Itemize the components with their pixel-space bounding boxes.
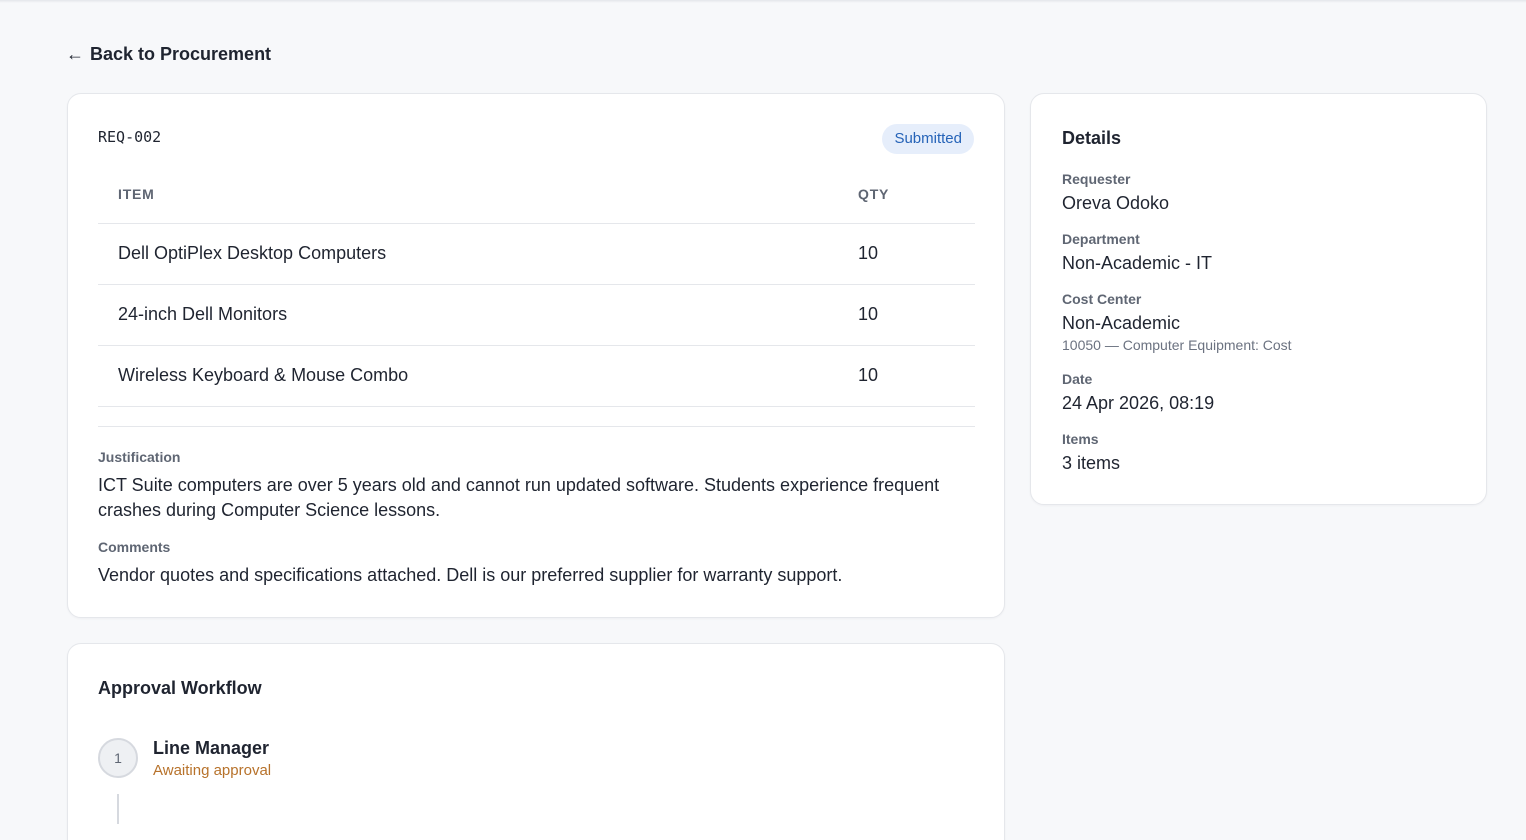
items-count: 3 items: [1062, 453, 1121, 473]
details-title: Details: [1062, 128, 1122, 148]
department-label: Department: [1062, 231, 1140, 247]
item-qty: 10: [838, 284, 975, 346]
step-number-badge: 1: [98, 738, 138, 778]
table-row: 24-inch Dell Monitors 10: [98, 284, 975, 346]
date-label: Date: [1062, 371, 1093, 387]
request-id: REQ-002: [98, 128, 162, 146]
top-bar-shadow: [0, 0, 1526, 3]
step-title: Line Manager: [153, 738, 270, 758]
date-value: 24 Apr 2026, 08:19: [1062, 393, 1215, 413]
items-table: ITEM QTY Dell OptiPlex Desktop Computers…: [98, 166, 975, 407]
details-card: Details Requester Oreva Odoko Department…: [1030, 93, 1487, 505]
justification-label: Justification: [98, 449, 181, 465]
table-header-row: ITEM QTY: [98, 166, 975, 224]
items-label: Items: [1062, 431, 1099, 447]
back-to-procurement-link[interactable]: ← Back to Procurement: [66, 44, 271, 65]
step-status: Awaiting approval: [153, 762, 272, 779]
column-header-item: ITEM: [98, 166, 838, 224]
item-qty: 10: [838, 345, 975, 407]
department-value: Non-Academic - IT: [1062, 253, 1213, 273]
table-row: Wireless Keyboard & Mouse Combo 10: [98, 345, 975, 407]
requester-value: Oreva Odoko: [1062, 193, 1170, 213]
back-link-label: Back to Procurement: [90, 44, 272, 64]
table-row: Dell OptiPlex Desktop Computers 10: [98, 223, 975, 285]
cost-center-value: Non-Academic: [1062, 313, 1181, 333]
item-name: Wireless Keyboard & Mouse Combo: [98, 345, 838, 407]
requester-label: Requester: [1062, 171, 1131, 187]
approval-workflow-card: Approval Workflow 1 Line Manager Awaitin…: [67, 643, 1005, 840]
justification-text: ICT Suite computers are over 5 years old…: [98, 475, 940, 520]
item-qty: 10: [838, 223, 975, 285]
item-name: Dell OptiPlex Desktop Computers: [98, 223, 838, 285]
arrow-left-icon: ←: [66, 44, 84, 64]
workflow-title: Approval Workflow: [98, 678, 262, 698]
comments-text: Vendor quotes and specifications attache…: [98, 565, 843, 585]
comments-label: Comments: [98, 539, 171, 555]
step-connector-line: [117, 794, 119, 824]
status-badge: Submitted: [882, 124, 974, 154]
cost-center-label: Cost Center: [1062, 291, 1142, 307]
item-name: 24-inch Dell Monitors: [98, 284, 838, 346]
section-divider: [98, 426, 975, 427]
request-card: REQ-002 Submitted ITEM QTY Dell OptiPlex…: [67, 93, 1005, 618]
column-header-qty: QTY: [838, 166, 975, 224]
cost-center-code: 10050 — Computer Equipment: Cost: [1062, 337, 1292, 353]
